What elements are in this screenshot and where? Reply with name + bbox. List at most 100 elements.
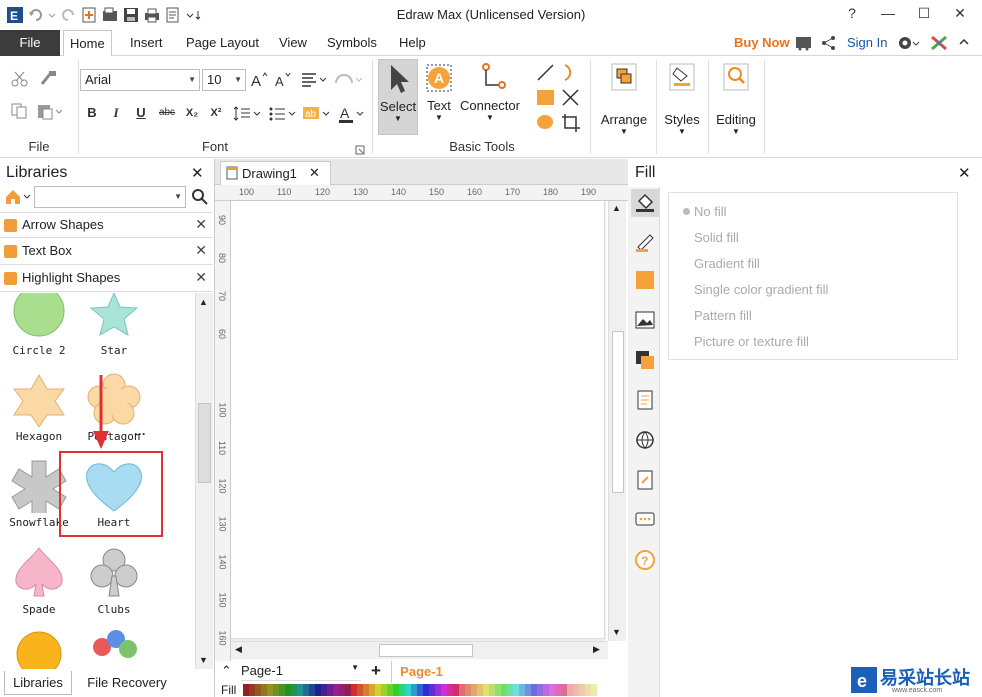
highlight-color-icon[interactable]: ab (302, 105, 332, 126)
drawing-canvas[interactable] (231, 201, 605, 639)
tab-view[interactable]: View (273, 30, 313, 56)
fill-option-gradient[interactable]: Gradient fill (694, 256, 760, 271)
shape-balloons[interactable] (88, 629, 143, 669)
tab-libraries[interactable]: Libraries (4, 671, 72, 695)
fill-option-pattern[interactable]: Pattern fill (694, 308, 752, 323)
scroll-left-icon[interactable]: ◀ (235, 644, 242, 655)
underline-button[interactable]: U (131, 103, 151, 123)
close-icon[interactable]: ✕ (195, 269, 207, 286)
add-page-icon[interactable]: + (371, 661, 381, 681)
shape-clubs[interactable]: Clubs (79, 546, 149, 616)
tab-symbols[interactable]: Symbols (321, 30, 383, 56)
tab-help[interactable]: Help (393, 30, 432, 56)
shape-hexagon[interactable]: Hexagon (4, 373, 74, 443)
radio-selected[interactable] (683, 208, 690, 215)
line-tool-icon[interactable] (535, 62, 557, 87)
canvas-horizontal-scrollbar[interactable]: ◀ ▶ (231, 641, 608, 659)
fill-option-no-fill[interactable]: No fill (683, 204, 727, 219)
scrollbar-thumb[interactable] (198, 403, 211, 483)
tab-page-layout[interactable]: Page Layout (180, 30, 265, 56)
libraries-scrollbar[interactable]: ▲ ▼ (195, 293, 213, 669)
scrollbar-thumb[interactable] (379, 644, 473, 657)
ellipse-tool-icon[interactable] (535, 112, 557, 137)
line-spacing-icon[interactable] (232, 105, 262, 126)
help-window-button[interactable]: ? (834, 3, 870, 23)
scrollbar-thumb[interactable] (612, 331, 624, 493)
close-libraries-icon[interactable]: ✕ (191, 164, 204, 182)
close-tab-icon[interactable]: ✕ (309, 165, 320, 181)
strikethrough-button[interactable]: abc (155, 103, 179, 123)
share-icon[interactable] (821, 35, 837, 54)
font-color-icon[interactable]: A (338, 104, 366, 127)
maximize-button[interactable]: ☐ (906, 3, 942, 23)
active-page-tab[interactable]: Page-1 (391, 661, 451, 683)
shape-circle-2[interactable]: Circle 2 (4, 293, 74, 357)
arc-tool-icon[interactable] (560, 62, 582, 87)
tab-home[interactable]: Home (63, 30, 112, 57)
format-painter-icon[interactable] (38, 70, 58, 91)
italic-button[interactable]: I (106, 103, 126, 123)
close-window-button[interactable]: ✕ (942, 3, 978, 23)
superscript-button[interactable]: X² (206, 103, 226, 123)
help-icon[interactable]: ? (634, 549, 656, 574)
page-select[interactable]: Page-1 ▼ (241, 663, 361, 681)
file-menu[interactable]: File (0, 30, 60, 56)
fill-option-single-color-gradient[interactable]: Single color gradient fill (694, 282, 828, 297)
fill-option-solid[interactable]: Solid fill (694, 230, 739, 245)
sign-in-link[interactable]: Sign In (841, 30, 893, 56)
scroll-up-icon[interactable]: ▲ (199, 297, 208, 307)
document-tab[interactable]: Drawing1 ✕ (220, 161, 331, 185)
select-tool-button[interactable]: Select ▼ (378, 59, 418, 135)
bullets-icon[interactable] (268, 105, 298, 126)
search-icon[interactable] (191, 188, 209, 209)
theme-icon[interactable] (930, 35, 948, 54)
shape-spade[interactable]: Spade (4, 546, 74, 616)
library-category-text-box[interactable]: Text Box ✕ (0, 239, 213, 265)
editing-button[interactable]: Editing ▼ (712, 59, 760, 149)
x-shape-tool-icon[interactable] (560, 87, 582, 112)
font-dialog-launcher-icon[interactable] (355, 143, 365, 158)
text-tool-button[interactable]: A Text ▼ (420, 59, 458, 135)
text-align-icon[interactable] (300, 71, 328, 92)
copy-icon[interactable] (10, 102, 30, 123)
paste-icon[interactable] (36, 102, 66, 123)
shadow-square-icon[interactable] (634, 269, 656, 294)
library-search-input[interactable]: ▼ (34, 186, 186, 208)
collapse-ribbon-icon[interactable] (958, 36, 970, 51)
font-size-select[interactable]: 10 ▼ (202, 69, 246, 91)
layers-icon[interactable] (634, 349, 656, 374)
scroll-right-icon[interactable]: ▶ (593, 644, 600, 655)
attachment-icon[interactable] (634, 469, 656, 494)
scroll-up-icon[interactable]: ▲ (612, 203, 621, 213)
arrange-button[interactable]: Arrange ▼ (596, 59, 652, 149)
color-swatch[interactable] (591, 684, 597, 696)
styles-button[interactable]: Styles ▼ (660, 59, 704, 149)
font-name-select[interactable]: Arial ▼ (80, 69, 200, 91)
crop-tool-icon[interactable] (560, 112, 582, 137)
color-swatches[interactable] (243, 684, 597, 696)
fill-bucket-icon[interactable] (634, 191, 656, 216)
minimize-button[interactable]: — (870, 3, 906, 23)
shape-sun-ball[interactable] (14, 629, 64, 669)
image-icon[interactable] (634, 309, 656, 334)
comment-icon[interactable] (634, 509, 656, 534)
tab-insert[interactable]: Insert (124, 30, 169, 56)
shrink-font-icon[interactable]: A (274, 70, 294, 93)
text-direction-icon[interactable] (334, 71, 364, 92)
grow-font-icon[interactable]: A (250, 70, 270, 93)
close-icon[interactable]: ✕ (195, 242, 207, 259)
fill-option-picture-texture[interactable]: Picture or texture fill (694, 334, 809, 349)
library-category-highlight-shapes[interactable]: Highlight Shapes ✕ (0, 266, 213, 292)
home-icon[interactable] (4, 188, 32, 209)
bold-button[interactable]: B (82, 103, 102, 123)
settings-gear-icon[interactable] (897, 34, 921, 55)
close-fill-panel-icon[interactable]: ✕ (958, 164, 971, 182)
canvas-vertical-scrollbar[interactable]: ▲ ▼ (608, 201, 626, 641)
rectangle-tool-icon[interactable] (535, 87, 557, 112)
tab-file-recovery[interactable]: File Recovery (82, 671, 172, 695)
subscript-button[interactable]: X₂ (182, 103, 202, 123)
shape-star[interactable]: Star (79, 293, 149, 357)
globe-icon[interactable] (634, 429, 656, 454)
cut-icon[interactable] (10, 70, 30, 91)
scroll-down-icon[interactable]: ▼ (199, 655, 208, 665)
